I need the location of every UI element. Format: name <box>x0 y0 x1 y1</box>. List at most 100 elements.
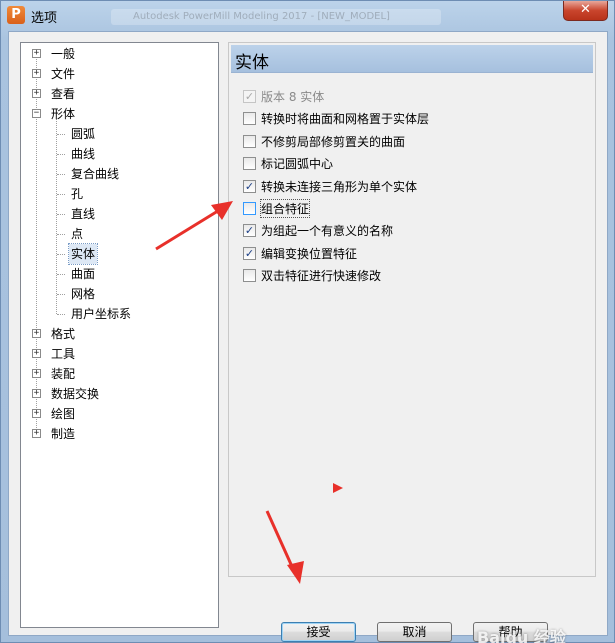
tree-item-label: 查看 <box>51 87 76 101</box>
watermark: Baidu 经验 <box>477 628 566 643</box>
tree-item-label: 绘图 <box>51 407 76 421</box>
tree-item[interactable]: 点 <box>21 224 211 244</box>
cancel-button[interactable]: 取消 <box>377 622 452 642</box>
tree-item[interactable]: + 制造 <box>21 424 211 444</box>
tree-item-label: 一般 <box>51 47 76 61</box>
tree-item[interactable]: 实体 <box>21 243 211 265</box>
tree-guide-line <box>57 214 65 215</box>
tree-item-label: 网格 <box>71 287 96 301</box>
option-row[interactable]: ✓ 转换未连接三角形为单个实体 <box>243 177 543 195</box>
tree-item[interactable]: 孔 <box>21 184 211 204</box>
expand-icon[interactable]: + <box>32 69 41 78</box>
tree-guide-line <box>57 174 65 175</box>
tree-item[interactable]: + 查看 <box>21 84 211 104</box>
option-label: 双击特征进行快速修改 <box>261 269 382 283</box>
tree-item[interactable]: + 文件 <box>21 64 211 84</box>
option-row[interactable]: 标记圆弧中心 <box>243 154 543 172</box>
tree-item-label: 制造 <box>51 427 76 441</box>
tree-item[interactable]: 曲面 <box>21 264 211 284</box>
option-label: 组合特征 <box>259 199 311 218</box>
tree-guide-line <box>57 134 65 135</box>
tree-item[interactable]: + 装配 <box>21 364 211 384</box>
checkbox-unchecked[interactable] <box>243 135 256 148</box>
option-label: 版本 8 实体 <box>261 90 325 104</box>
tree-item-label: 圆弧 <box>71 127 96 141</box>
expand-icon[interactable]: + <box>32 89 41 98</box>
tree-item-label: 形体 <box>51 107 76 121</box>
tree-guide-line <box>57 314 65 315</box>
close-button[interactable]: ✕ <box>563 1 608 21</box>
tree-item-label: 装配 <box>51 367 76 381</box>
option-label: 不修剪局部修剪置关的曲面 <box>261 135 406 149</box>
tree-item[interactable]: + 绘图 <box>21 404 211 424</box>
tree-item-label: 点 <box>71 227 84 241</box>
tree-item[interactable]: 用户坐标系 <box>21 304 211 324</box>
checkbox-unchecked[interactable] <box>243 112 256 125</box>
checkbox-checked[interactable]: ✓ <box>243 180 256 193</box>
option-row[interactable]: ✓ 编辑变换位置特征 <box>243 244 543 262</box>
option-label: 编辑变换位置特征 <box>261 247 358 261</box>
option-label: 转换未连接三角形为单个实体 <box>261 180 418 194</box>
red-marker-icon <box>333 483 343 493</box>
option-row[interactable]: 不修剪局部修剪置关的曲面 <box>243 132 543 150</box>
tree-item-label: 直线 <box>71 207 96 221</box>
expand-icon[interactable]: + <box>32 409 41 418</box>
tree-item-label: 格式 <box>51 327 76 341</box>
expand-icon[interactable]: + <box>32 329 41 338</box>
option-label: 转换时将曲面和网格置于实体层 <box>261 112 430 126</box>
tree-item-label: 曲线 <box>71 147 96 161</box>
accept-button[interactable]: 接受 <box>281 622 356 642</box>
app-icon: P <box>7 6 25 24</box>
option-row[interactable]: 转换时将曲面和网格置于实体层 <box>243 109 543 127</box>
checkbox-checked[interactable]: ✓ <box>243 247 256 260</box>
tree-guide-line <box>57 234 65 235</box>
expand-icon[interactable]: + <box>32 429 41 438</box>
tree-item[interactable]: − 形体 <box>21 104 211 124</box>
tree-item[interactable]: + 一般 <box>21 44 211 64</box>
tree-item-label: 文件 <box>51 67 76 81</box>
title-bar[interactable]: P 选项 Autodesk PowerMill Modeling 2017 - … <box>1 1 614 31</box>
tree-item[interactable]: 圆弧 <box>21 124 211 144</box>
expand-icon[interactable]: + <box>32 389 41 398</box>
tree-item[interactable]: + 格式 <box>21 324 211 344</box>
expand-icon[interactable]: + <box>32 349 41 358</box>
tree-item-label: 孔 <box>71 187 84 201</box>
tree-item[interactable]: 曲线 <box>21 144 211 164</box>
option-label: 为组起一个有意义的名称 <box>261 224 394 238</box>
options-tree[interactable]: + 一般 + 文件 + 查看 − 形体圆弧曲线复合曲线孔直线点实体曲面网格用户坐标系 + 格式 + 工… <box>20 42 219 628</box>
panel-title: 实体 <box>235 53 269 73</box>
option-row: ✓ 版本 8 实体 <box>243 87 543 105</box>
checkbox-checked: ✓ <box>243 90 256 103</box>
dialog-title: 选项 <box>31 11 58 26</box>
option-row[interactable]: 组合特征 <box>243 199 543 218</box>
collapse-icon[interactable]: − <box>32 109 41 118</box>
expand-icon[interactable]: + <box>32 49 41 58</box>
tree-item[interactable]: + 数据交换 <box>21 384 211 404</box>
option-row[interactable]: 双击特征进行快速修改 <box>243 266 543 284</box>
checkbox-checked[interactable]: ✓ <box>243 224 256 237</box>
tree-item-label: 数据交换 <box>51 387 100 401</box>
panel-header: 实体 <box>231 45 593 73</box>
option-label: 标记圆弧中心 <box>261 157 334 171</box>
tree-item-label: 实体 <box>67 243 99 265</box>
tree-item[interactable]: 直线 <box>21 204 211 224</box>
checkbox-unchecked[interactable] <box>243 202 256 215</box>
options-dialog: P 选项 Autodesk PowerMill Modeling 2017 - … <box>0 0 615 643</box>
checkbox-unchecked[interactable] <box>243 157 256 170</box>
dialog-client-area: + 一般 + 文件 + 查看 − 形体 圆弧 曲线 复合曲线孔直线点实体 曲面 网格 用户坐标系 + 格式 + 工… <box>8 31 608 643</box>
checkbox-unchecked[interactable] <box>243 269 256 282</box>
tree-item[interactable]: 复合曲线 <box>21 164 211 184</box>
tree-item-label: 工具 <box>51 347 76 361</box>
tree-item-label: 复合曲线 <box>71 167 120 181</box>
tree-item[interactable]: 网格 <box>21 284 211 304</box>
tree-guide-line <box>57 254 65 255</box>
background-window-title: Autodesk PowerMill Modeling 2017 - [NEW_… <box>111 9 441 25</box>
tree-guide-line <box>57 154 65 155</box>
tree-item[interactable]: + 工具 <box>21 344 211 364</box>
tree-item-label: 曲面 <box>71 267 96 281</box>
tree-guide-line <box>57 194 65 195</box>
options-panel: 实体 ✓ 版本 8 实体转换时将曲面和网格置于实体层 不修剪局部修剪置关的曲面 标记圆… <box>228 42 596 577</box>
tree-guide-line <box>57 274 65 275</box>
expand-icon[interactable]: + <box>32 369 41 378</box>
option-row[interactable]: ✓ 为组起一个有意义的名称 <box>243 221 543 239</box>
